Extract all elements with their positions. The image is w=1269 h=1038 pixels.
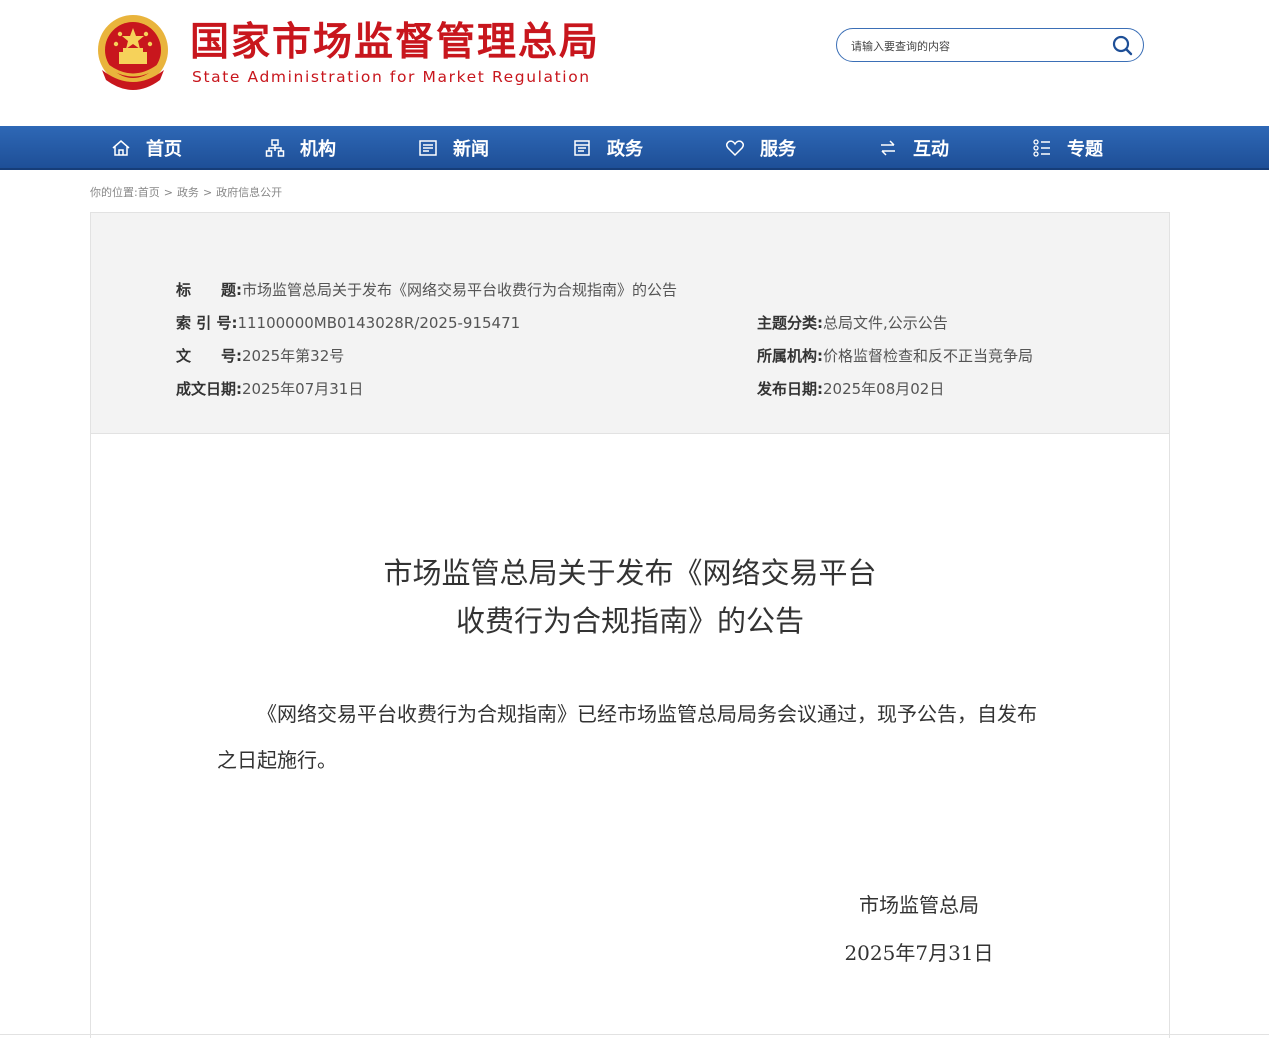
nav-item-government-affairs[interactable]: 政务: [571, 126, 643, 170]
meta-title-row: 标 题:市场监管总局关于发布《网络交易平台收费行为合规指南》的公告: [176, 279, 677, 300]
list-icon: [1031, 137, 1053, 159]
nav-label: 专题: [1067, 139, 1103, 160]
breadcrumb-government-affairs-link[interactable]: 政务: [177, 186, 199, 199]
breadcrumb-prefix: 你的位置:: [90, 186, 138, 199]
search-box: [836, 28, 1144, 62]
meta-published-date-row: 发布日期:2025年08月02日: [757, 378, 944, 399]
breadcrumb-separator: >: [163, 186, 173, 199]
nav-label: 新闻: [453, 139, 489, 160]
nav-label: 互动: [913, 139, 949, 160]
nav-item-home[interactable]: 首页: [110, 126, 182, 170]
article-container: 标 题:市场监管总局关于发布《网络交易平台收费行为合规指南》的公告 索 引 号:…: [90, 212, 1170, 1038]
heart-icon: [724, 137, 746, 159]
meta-category-row: 主题分类:总局文件,公示公告: [757, 312, 948, 333]
signature-organization: 市场监管总局: [859, 893, 979, 917]
document-metadata: 标 题:市场监管总局关于发布《网络交易平台收费行为合规指南》的公告 索 引 号:…: [91, 213, 1169, 434]
breadcrumb-home-link[interactable]: 首页: [138, 186, 160, 199]
article-title-line-1: 市场监管总局关于发布《网络交易平台: [383, 556, 877, 590]
page-divider: [0, 1034, 1269, 1035]
meta-category-value: 总局文件,公示公告: [823, 314, 948, 332]
national-emblem-logo[interactable]: [94, 14, 172, 94]
newspaper-icon: [417, 137, 439, 159]
meta-written-date-row: 成文日期:2025年07月31日: [176, 378, 363, 399]
meta-docno-row: 文 号:2025年第32号: [176, 345, 344, 366]
signature-block: 市场监管总局 2025年7月31日: [839, 881, 999, 977]
site-subtitle: State Administration for Market Regulati…: [192, 68, 591, 86]
nav-item-topics[interactable]: 专题: [1031, 126, 1103, 170]
meta-docno-label: 文 号:: [176, 347, 242, 365]
nav-item-news[interactable]: 新闻: [417, 126, 489, 170]
exchange-icon: [877, 137, 899, 159]
meta-agency-label: 所属机构:: [757, 347, 823, 365]
article-body: 《网络交易平台收费行为合规指南》已经市场监管总局局务会议通过，现予公告，自发布之…: [217, 702, 1037, 772]
meta-index-row: 索 引 号:11100000MB0143028R/2025-915471: [176, 312, 520, 333]
main-nav: 首页 机构 新闻 政务 服务 互动 专题: [0, 126, 1269, 170]
meta-index-value: 11100000MB0143028R/2025-915471: [237, 314, 521, 332]
nav-item-interaction[interactable]: 互动: [877, 126, 949, 170]
site-header: 国家市场监督管理总局 State Administration for Mark…: [0, 0, 1269, 126]
meta-title-value: 市场监管总局关于发布《网络交易平台收费行为合规指南》的公告: [242, 281, 678, 299]
breadcrumb-separator: >: [202, 186, 213, 199]
breadcrumb: 你的位置:首页 > 政务 > 政府信息公开: [90, 184, 282, 200]
nav-label: 机构: [300, 139, 336, 160]
meta-written-date-value: 2025年07月31日: [242, 380, 364, 398]
nav-item-services[interactable]: 服务: [724, 126, 796, 170]
nav-item-organization[interactable]: 机构: [264, 126, 336, 170]
meta-agency-value: 价格监督检查和反不正当竞争局: [823, 347, 1034, 365]
meta-published-date-value: 2025年08月02日: [823, 380, 945, 398]
home-icon: [110, 137, 132, 159]
meta-title-label: 标 题:: [176, 281, 242, 299]
nav-label: 政务: [607, 139, 643, 160]
nav-label: 服务: [760, 139, 796, 160]
search-icon[interactable]: [1111, 34, 1133, 56]
search-input[interactable]: [849, 35, 1108, 57]
article-title-line-2: 收费行为合规指南》的公告: [455, 604, 804, 638]
breadcrumb-info-disclosure-link[interactable]: 政府信息公开: [216, 186, 282, 199]
article-title: 市场监管总局关于发布《网络交易平台 收费行为合规指南》的公告: [91, 549, 1169, 645]
meta-agency-row: 所属机构:价格监督检查和反不正当竞争局: [757, 345, 1033, 366]
meta-category-label: 主题分类:: [757, 314, 823, 332]
signature-date: 2025年7月31日: [844, 941, 994, 965]
meta-docno-value: 2025年第32号: [242, 347, 345, 365]
meta-index-label: 索 引 号:: [176, 314, 238, 332]
nav-label: 首页: [146, 139, 182, 160]
document-icon: [571, 137, 593, 159]
meta-published-date-label: 发布日期:: [757, 380, 823, 398]
site-title: 国家市场监督管理总局: [190, 20, 601, 65]
meta-written-date-label: 成文日期:: [176, 380, 242, 398]
org-chart-icon: [264, 137, 286, 159]
